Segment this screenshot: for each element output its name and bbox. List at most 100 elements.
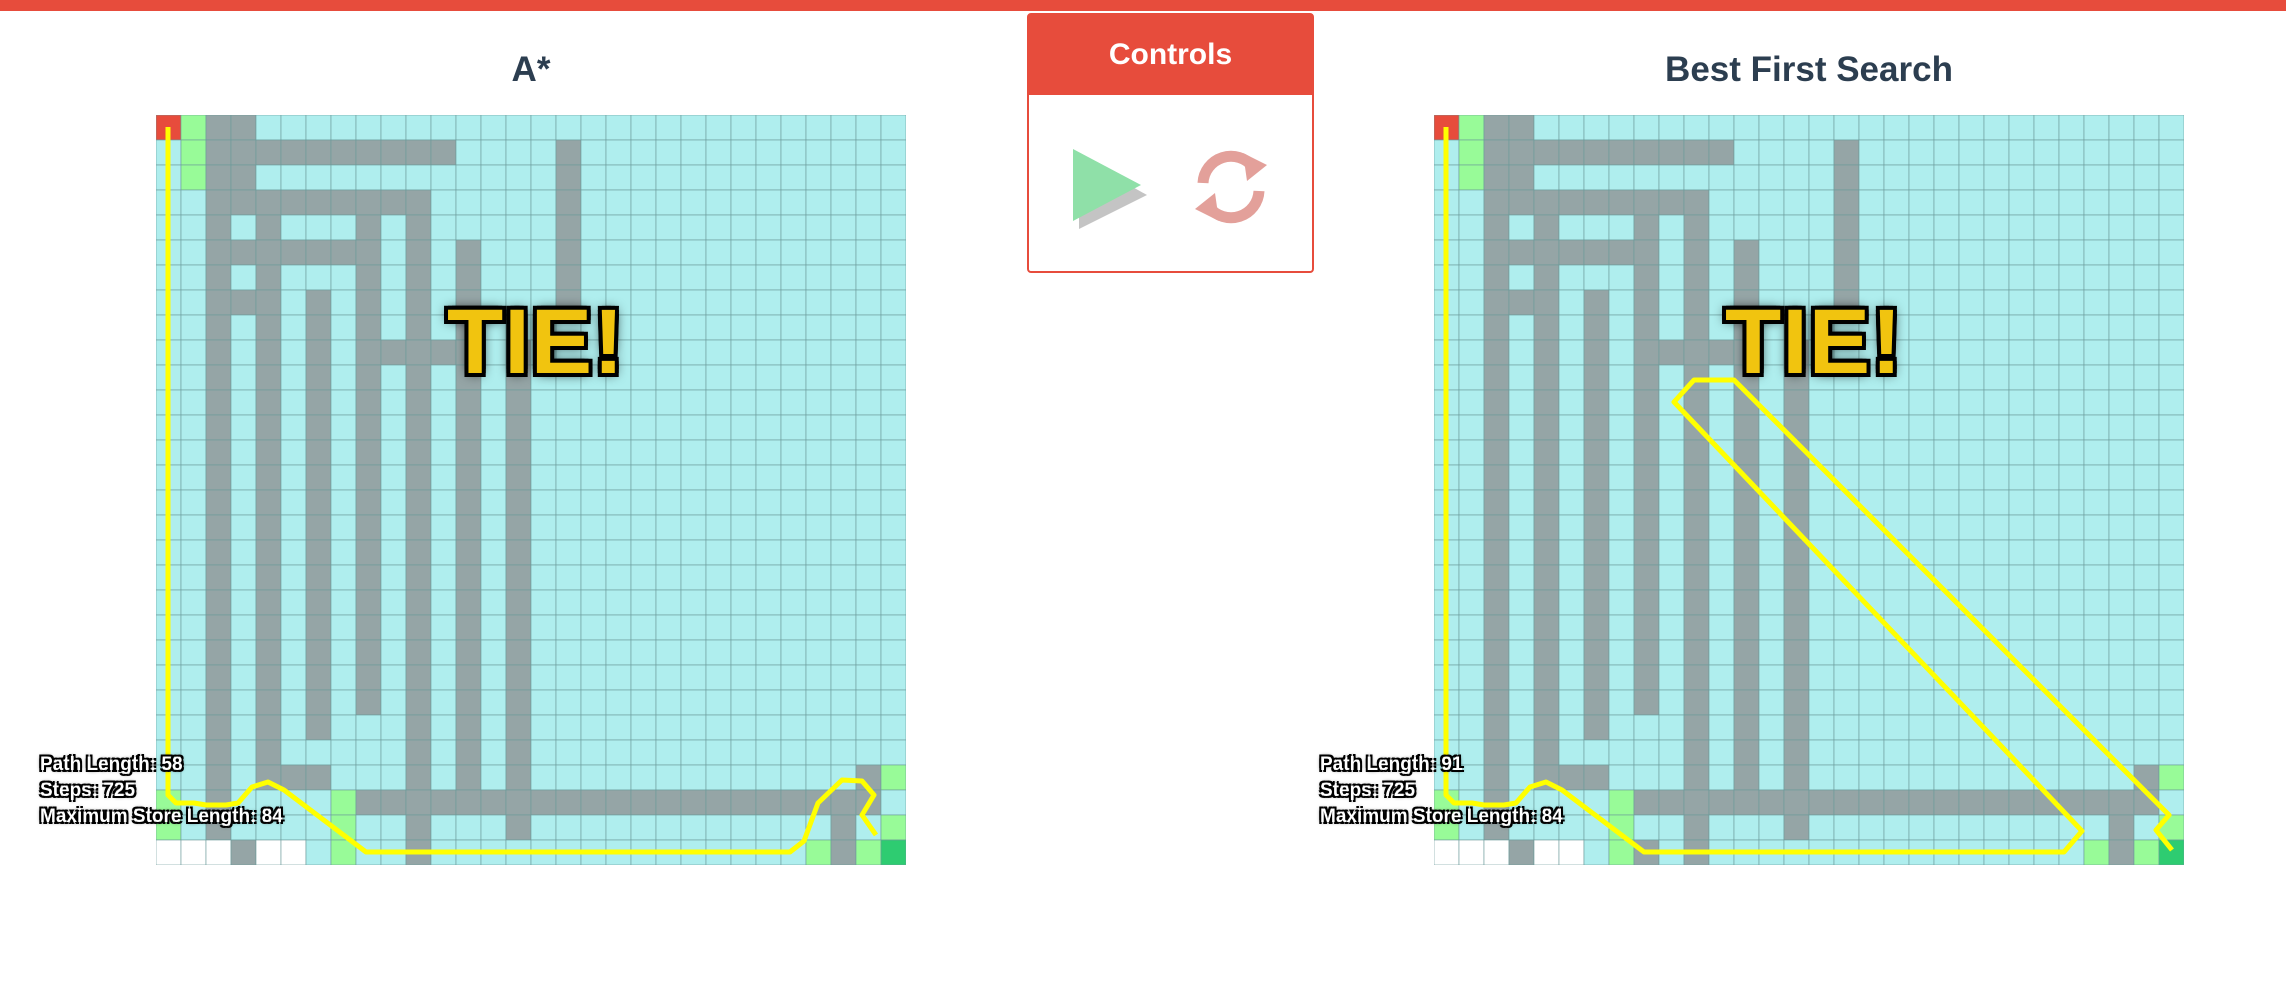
grid-cell-frontier <box>180 139 207 166</box>
grid-cell-open <box>2033 364 2060 391</box>
grid-cell-open <box>1758 664 1785 691</box>
grid-cell-open <box>2108 289 2135 316</box>
grid-cell-open <box>755 164 782 191</box>
grid-cell-wall <box>1833 789 1860 816</box>
grid-cell-wall <box>305 364 332 391</box>
grid-cell-open <box>555 115 582 141</box>
grid-cell-open <box>1783 214 1810 241</box>
grid-cell-open <box>1758 714 1785 741</box>
grid-cell-open <box>2158 664 2184 691</box>
grid-cell-open <box>455 214 482 241</box>
grid-cell-open <box>2083 464 2110 491</box>
grid-cell-wall <box>330 139 357 166</box>
grid-cell-open <box>530 764 557 791</box>
grid-cell-wall <box>355 339 382 366</box>
tie-label-best-first: TIE! <box>1725 291 1903 393</box>
grid-cell-open <box>530 739 557 766</box>
grid-cell-open <box>1758 564 1785 591</box>
grid-cell-open <box>2008 289 2035 316</box>
grid-cell-open <box>355 739 382 766</box>
grid-cell-open <box>230 339 257 366</box>
grid-cell-wall <box>1533 264 1560 291</box>
grid-cell-wall <box>1483 564 1510 591</box>
grid-cell-open <box>805 739 832 766</box>
grid-cell-open <box>230 714 257 741</box>
grid-cell-open <box>1908 439 1935 466</box>
grid-cell-wall <box>305 589 332 616</box>
grid-cell-open <box>605 614 632 641</box>
reset-button[interactable] <box>1189 145 1273 234</box>
grid-cell-wall <box>1808 789 1835 816</box>
grid-cell-open <box>1983 414 2010 441</box>
grid-cell-open <box>2133 614 2160 641</box>
grid-cell-wall <box>1483 614 1510 641</box>
grid-cell-wall <box>1583 139 1610 166</box>
grid-cell-open <box>1658 289 1685 316</box>
grid-cell-wall <box>455 614 482 641</box>
grid-cell-open <box>430 664 457 691</box>
grid-cell-wall <box>1483 264 1510 291</box>
grid-cell-wall <box>505 464 532 491</box>
grid-cell-open <box>1933 164 1960 191</box>
grid-cell-open <box>430 414 457 441</box>
grid-cell-open <box>280 115 307 141</box>
path-length-stat: Path Length: 91 <box>1320 754 1463 775</box>
grid-cell-wall <box>1633 464 1660 491</box>
grid-cell-unvisited <box>1458 839 1485 865</box>
grid-cell-open <box>1608 414 1635 441</box>
grid-cell-open <box>1833 414 1860 441</box>
grid-cell-open <box>1558 539 1585 566</box>
grid-cell-wall <box>1633 214 1660 241</box>
grid-cell-open <box>2058 264 2085 291</box>
grid-cell-open <box>1833 764 1860 791</box>
grid-cell-wall <box>1833 139 1860 166</box>
grid-cell-open <box>2008 189 2035 216</box>
grid-cell-open <box>280 614 307 641</box>
grid-cell-open <box>2158 714 2184 741</box>
grid-cell-open <box>755 464 782 491</box>
play-button[interactable] <box>1071 143 1151 234</box>
grid-cell-open <box>830 614 857 641</box>
grid-cell-open <box>1458 489 1485 516</box>
grid-cell-open <box>580 714 607 741</box>
grid-cell-open <box>1883 489 1910 516</box>
grid-cell-open <box>2133 364 2160 391</box>
grid-cell-open <box>805 164 832 191</box>
grid-cell-open <box>2058 589 2085 616</box>
grid-cell-wall <box>1683 739 1710 766</box>
grid-cell-open <box>1908 364 1935 391</box>
grid-cell-open <box>1658 364 1685 391</box>
grid-cell-wall <box>1483 539 1510 566</box>
grid-cell-open <box>1858 464 1885 491</box>
grid-cell-wall <box>1983 789 2010 816</box>
grid-cell-open <box>1633 764 1660 791</box>
grid-cell-open <box>1858 539 1885 566</box>
grid-cell-open <box>855 339 882 366</box>
grid-cell-wall <box>405 364 432 391</box>
grid-cell-wall <box>405 214 432 241</box>
grid-cell-open <box>230 664 257 691</box>
grid-cell-open <box>2108 589 2135 616</box>
grid-cell-open <box>730 115 757 141</box>
grid-cell-open <box>1683 115 1710 141</box>
grid-cell-open <box>2083 389 2110 416</box>
grid-cell-open <box>655 389 682 416</box>
grid-cell-open <box>530 664 557 691</box>
grid-cell-open <box>1808 739 1835 766</box>
grid-cell-wall <box>405 239 432 266</box>
grid-cell-wall <box>205 214 232 241</box>
grid-cell-open <box>2158 464 2184 491</box>
grid-cell-open <box>1933 739 1960 766</box>
grid-cell-wall <box>405 739 432 766</box>
grid-cell-open <box>1958 739 1985 766</box>
grid-cell-open <box>480 539 507 566</box>
grid-cell-wall <box>1533 339 1560 366</box>
grid-cell-open <box>680 364 707 391</box>
grid-cell-open <box>855 639 882 666</box>
grid-cell-wall <box>1683 539 1710 566</box>
grid-cell-open <box>1608 439 1635 466</box>
grid-cell-open <box>830 139 857 166</box>
grid-cell-wall <box>1783 739 1810 766</box>
grid-cell-wall <box>1583 489 1610 516</box>
grid-cell-wall <box>1683 489 1710 516</box>
